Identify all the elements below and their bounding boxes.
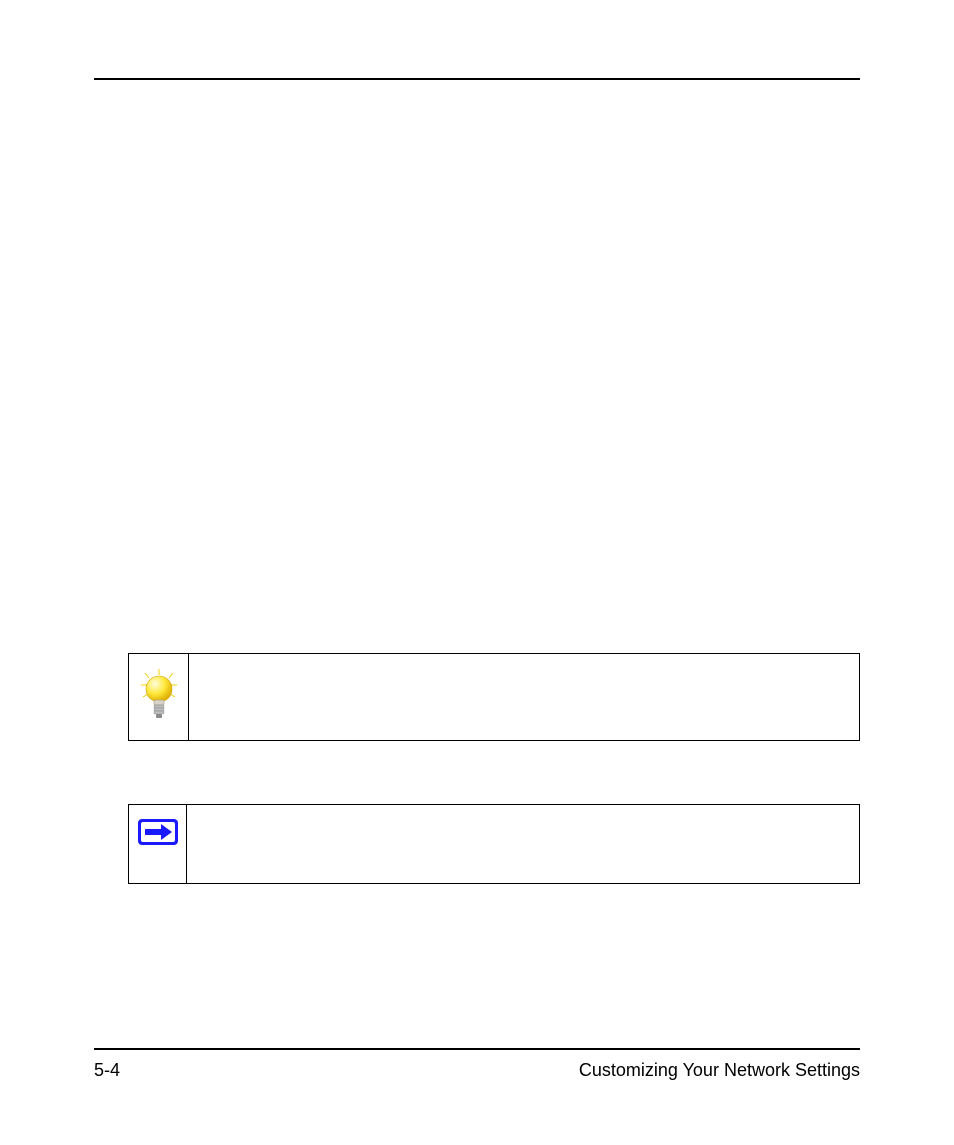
- top-divider: [94, 78, 860, 80]
- bottom-divider: [94, 1048, 860, 1050]
- note-callout: [128, 804, 860, 884]
- note-icon-cell: [129, 805, 187, 883]
- arrow-right-icon: [136, 817, 180, 852]
- page-number: 5-4: [94, 1060, 120, 1081]
- tip-callout: [128, 653, 860, 741]
- tip-text: [189, 654, 859, 740]
- section-title: Customizing Your Network Settings: [579, 1060, 860, 1081]
- note-text: [187, 805, 859, 883]
- lightbulb-icon: [137, 667, 181, 728]
- page-footer: 5-4 Customizing Your Network Settings: [94, 1060, 860, 1081]
- tip-icon-cell: [129, 654, 189, 740]
